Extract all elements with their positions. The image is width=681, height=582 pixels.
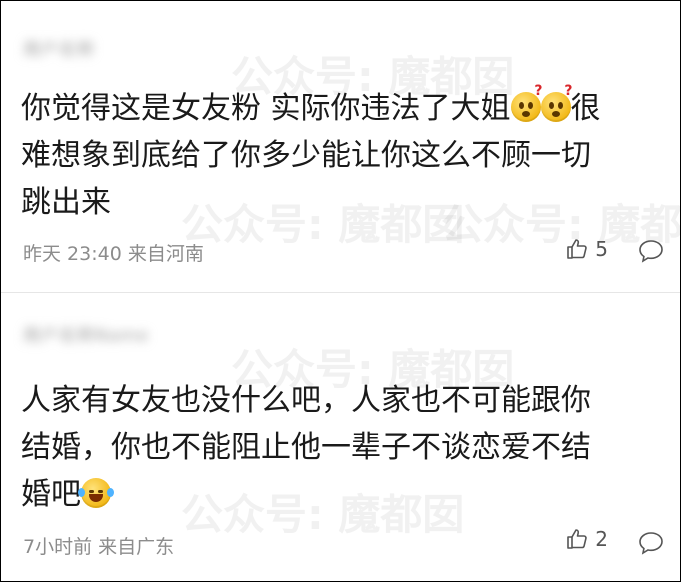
laugh-cry-emoji-icon: [78, 478, 114, 508]
like-count: 5: [595, 237, 608, 261]
comment-location: 来自广东: [98, 536, 175, 558]
username[interactable]: 用户名称: [23, 35, 95, 60]
surprised-emoji-icon: ?: [540, 84, 573, 122]
thumbs-up-icon: [567, 529, 588, 549]
comment-item: 用户名称Name 人家有女友也没什么吧，人家也不可能跟你 结婚，你也不能阻止他一…: [1, 293, 680, 581]
comment-time: 7小时前: [23, 536, 93, 558]
like-count: 2: [595, 527, 608, 551]
comment-text: 你觉得这是女友粉 实际你违法了大姐: [21, 91, 511, 126]
comment-meta: 昨天 23:40 来自河南: [23, 239, 204, 266]
like-button[interactable]: 5: [565, 237, 608, 261]
username[interactable]: 用户名称Name: [23, 321, 149, 346]
comment-text: 跳出来: [21, 185, 111, 220]
comment-list: 公众号: 魔都囡 公众号: 魔都囡 公众号: 魔都囡 公众号: 魔都囡 公众号:…: [0, 0, 681, 582]
comment-text: 难想象到底给了你多少能让你这么不顾一切: [21, 138, 591, 173]
comment-text: 人家有女友也没什么吧，人家也不可能跟你: [21, 383, 591, 418]
comment-icon[interactable]: [638, 531, 664, 555]
thumbs-up-icon: [567, 239, 588, 259]
comment-item: 用户名称 你觉得这是女友粉 实际你违法了大姐?? 很 难想象到底给了你多少能让你这…: [1, 1, 680, 292]
comment-text: 结婚，你也不能阻止他一辈子不谈恋爱不结: [21, 430, 591, 465]
like-button[interactable]: 2: [565, 527, 608, 551]
comment-meta: 7小时前 来自广东: [23, 532, 174, 559]
comment-icon[interactable]: [638, 239, 664, 263]
comment-text: 婚吧: [21, 477, 81, 512]
comment-text: 很: [570, 91, 601, 126]
comment-time: 昨天 23:40: [23, 243, 122, 265]
surprised-emoji-icon: ?: [510, 84, 543, 122]
comment-content: 人家有女友也没什么吧，人家也不可能跟你 结婚，你也不能阻止他一辈子不谈恋爱不结 …: [21, 377, 661, 518]
comment-content: 你觉得这是女友粉 实际你违法了大姐?? 很 难想象到底给了你多少能让你这么不顾一切…: [21, 84, 661, 226]
comment-location: 来自河南: [127, 243, 204, 265]
